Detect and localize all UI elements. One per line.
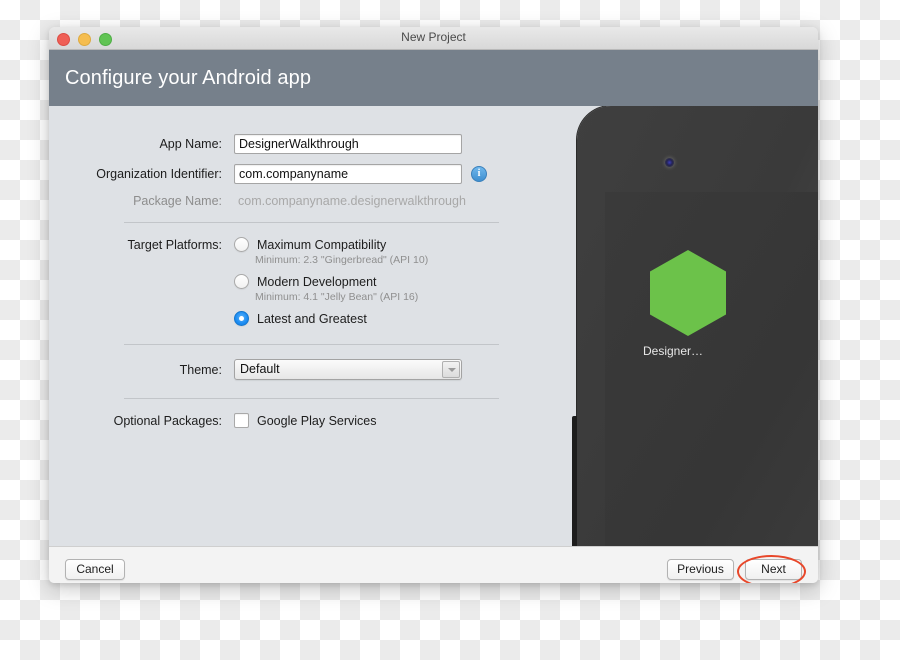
wizard-header: Configure your Android app <box>49 50 818 106</box>
device-preview: Designer… <box>529 106 818 546</box>
radio-maximum-compatibility[interactable] <box>234 237 249 252</box>
theme-row: Theme: Default <box>49 359 529 380</box>
divider-middle <box>124 344 499 345</box>
spacer-label-1 <box>49 274 234 275</box>
phone-bezel-top <box>577 106 818 192</box>
divider-bottom <box>124 398 499 399</box>
page-title: Configure your Android app <box>65 66 312 89</box>
app-name-label: App Name: <box>159 137 222 151</box>
organization-identifier-input[interactable] <box>234 164 462 184</box>
target-platforms-group: Target Platforms: Maximum Compatibility … <box>49 237 529 326</box>
app-name-input[interactable] <box>234 134 462 154</box>
wizard-footer: Cancel Previous Next <box>49 546 818 583</box>
target-platforms-label: Target Platforms: <box>127 238 222 252</box>
configuration-form: App Name: Organization Identifier: i Pac… <box>49 106 529 546</box>
hexagon-app-icon[interactable] <box>650 250 726 336</box>
phone-screen: Designer… <box>605 192 818 546</box>
app-name-row: App Name: <box>49 134 529 154</box>
organization-identifier-label: Organization Identifier: <box>96 167 222 181</box>
new-project-window: New Project Configure your Android app A… <box>49 27 818 583</box>
optional-packages-label: Optional Packages: <box>113 413 222 428</box>
hexagon-shape <box>650 250 726 336</box>
radio-label-latest-and-greatest: Latest and Greatest <box>257 311 367 326</box>
front-camera-icon <box>665 158 674 167</box>
power-button[interactable] <box>572 416 577 546</box>
target-platform-option-0[interactable]: Target Platforms: Maximum Compatibility <box>49 237 529 252</box>
radio-modern-development[interactable] <box>234 274 249 289</box>
package-name-value: com.companyname.designerwalkthrough <box>238 194 466 208</box>
theme-label: Theme: <box>179 362 222 377</box>
theme-selected-value: Default <box>240 362 280 376</box>
cancel-button[interactable]: Cancel <box>65 559 125 580</box>
radio-latest-and-greatest[interactable] <box>234 311 249 326</box>
next-button[interactable]: Next <box>745 559 802 580</box>
target-platform-option-1[interactable]: Modern Development <box>49 274 529 289</box>
wizard-body: App Name: Organization Identifier: i Pac… <box>49 106 818 546</box>
chevron-down-icon[interactable] <box>442 361 460 378</box>
divider-top <box>124 222 499 223</box>
radio-sublabel-maximum-compatibility: Minimum: 2.3 "Gingerbread" (API 10) <box>255 254 429 266</box>
optional-packages-row: Optional Packages: Google Play Services <box>49 413 529 428</box>
organization-identifier-row: Organization Identifier: i <box>49 164 529 184</box>
radio-sublabel-modern-development: Minimum: 4.1 "Jelly Bean" (API 16) <box>255 291 419 303</box>
package-name-label: Package Name: <box>133 194 222 208</box>
app-icon-label: Designer… <box>643 344 704 358</box>
package-name-row: Package Name: com.companyname.designerwa… <box>49 194 529 208</box>
radio-label-modern-development: Modern Development <box>257 274 377 289</box>
window-titlebar: New Project <box>49 27 818 50</box>
spacer-label-2 <box>49 311 234 312</box>
android-phone-mockup: Designer… <box>572 106 818 546</box>
info-icon[interactable]: i <box>471 166 487 182</box>
radio-label-maximum-compatibility: Maximum Compatibility <box>257 237 387 252</box>
checkbox-label-google-play-services: Google Play Services <box>257 413 377 428</box>
window-title: New Project <box>401 30 466 44</box>
previous-button[interactable]: Previous <box>667 559 734 580</box>
checkbox-google-play-services[interactable] <box>234 413 249 428</box>
theme-select[interactable]: Default <box>234 359 462 380</box>
target-platform-option-2[interactable]: Latest and Greatest <box>49 311 529 326</box>
